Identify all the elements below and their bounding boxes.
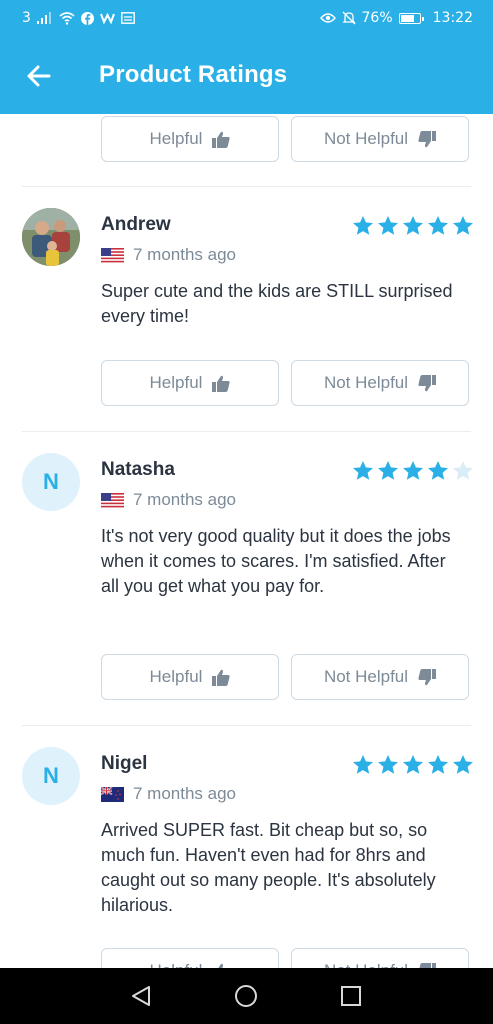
star-filled-icon [428, 755, 448, 774]
review-text: It's not very good quality but it does t… [101, 526, 451, 596]
review-text: Super cute and the kids are STILL surpri… [101, 281, 453, 326]
not-helpful-button[interactable]: Not Helpful [291, 360, 469, 406]
w-app-icon [99, 12, 115, 24]
star-filled-icon [453, 755, 473, 774]
status-bar: 3 76% 13:22 [0, 0, 493, 37]
star-filled-icon [353, 755, 373, 774]
thumbs-down-icon [418, 130, 437, 147]
gallery-icon [121, 12, 135, 24]
helpful-label: Helpful [149, 129, 203, 148]
star-empty-icon [453, 461, 473, 480]
helpful-label: Helpful [149, 373, 203, 392]
not-helpful-label: Not Helpful [323, 129, 409, 148]
star-filled-icon [378, 461, 398, 480]
arrow-left-icon [27, 65, 51, 87]
ratings-list[interactable]: Helpful Not Helpful Andrew 7 months ago … [0, 114, 493, 968]
system-nav-bar [0, 968, 493, 1024]
thumbs-up-icon [212, 375, 231, 392]
star-filled-icon [428, 216, 448, 235]
review-date: 7 months ago [133, 245, 237, 264]
thumbs-up-icon [212, 669, 231, 686]
star-rating [352, 215, 474, 236]
eye-icon [319, 13, 336, 23]
clock: 13:22 [432, 10, 473, 26]
review-text: Arrived SUPER fast. Bit cheap but so, so… [101, 820, 436, 915]
page-title: Product Ratings [99, 61, 288, 88]
star-filled-icon [378, 216, 398, 235]
not-helpful-label: Not Helpful [323, 667, 409, 686]
review-date: 7 months ago [133, 490, 237, 509]
divider [22, 431, 471, 432]
helpful-label: Helpful [149, 667, 203, 686]
star-filled-icon [403, 755, 423, 774]
star-rating [352, 460, 474, 481]
nav-home-icon[interactable] [234, 984, 258, 1008]
divider [22, 725, 471, 726]
helpful-button[interactable]: Helpful [101, 116, 279, 162]
star-filled-icon [428, 461, 448, 480]
not-helpful-button[interactable]: Not Helpful [291, 654, 469, 700]
user-photo-icon [22, 208, 80, 266]
reviewer-name: Nigel [101, 753, 148, 774]
reviewer-name: Andrew [101, 214, 171, 235]
review-meta: 7 months ago [101, 784, 236, 804]
star-filled-icon [403, 216, 423, 235]
reviewer-name: Natasha [101, 459, 175, 480]
review-date: 7 months ago [133, 784, 237, 803]
nz-flag-icon [101, 786, 124, 802]
star-rating [352, 754, 474, 775]
helpful-button[interactable]: Helpful [101, 360, 279, 406]
app-bar: Product Ratings [0, 37, 493, 114]
star-filled-icon [353, 216, 373, 235]
thumbs-up-icon [212, 131, 231, 148]
review-meta: 7 months ago [101, 245, 236, 265]
us-flag-icon [101, 247, 124, 263]
thumbs-down-icon [418, 374, 437, 391]
carrier-label: 3 [22, 10, 31, 26]
review-meta: 7 months ago [101, 490, 236, 510]
nav-back-icon[interactable] [129, 984, 153, 1008]
not-helpful-label: Not Helpful [324, 961, 408, 968]
not-helpful-label: Not Helpful [323, 373, 409, 392]
wifi-icon [59, 11, 75, 25]
battery-percent: 76% [361, 10, 393, 26]
not-helpful-button[interactable]: Not Helpful [291, 116, 469, 162]
back-button[interactable] [22, 59, 56, 93]
mute-bell-icon [341, 11, 356, 25]
avatar [22, 208, 80, 266]
battery-icon [398, 12, 424, 24]
nav-recents-icon[interactable] [341, 986, 361, 1006]
helpful-label: Helpful [150, 961, 203, 968]
us-flag-icon [101, 492, 124, 508]
signal-icon [36, 12, 51, 24]
star-filled-icon [403, 461, 423, 480]
not-helpful-button[interactable]: Not Helpful [291, 948, 469, 968]
star-filled-icon [353, 461, 373, 480]
avatar: N [22, 747, 80, 805]
avatar: N [22, 453, 80, 511]
star-filled-icon [453, 216, 473, 235]
facebook-icon [80, 11, 94, 25]
star-filled-icon [378, 755, 398, 774]
thumbs-down-icon [418, 668, 437, 685]
divider [22, 186, 471, 187]
helpful-button[interactable]: Helpful [101, 948, 279, 968]
helpful-button[interactable]: Helpful [101, 654, 279, 700]
